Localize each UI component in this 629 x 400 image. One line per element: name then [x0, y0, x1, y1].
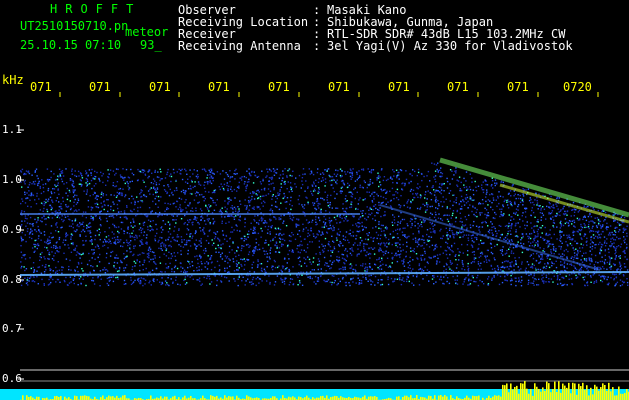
meteor-trail: [499, 183, 629, 224]
meta-colon: :: [313, 39, 321, 53]
freq-tick-label: 0.7: [2, 322, 22, 335]
meta-key-antenna: Receiving Antenna: [178, 39, 301, 53]
freq-tick-label: 1.1: [2, 123, 22, 136]
signal-noise-texture: [20, 162, 629, 287]
time-tick-label: 0720: [563, 80, 592, 94]
freq-tick-label: 0.6: [2, 372, 22, 385]
meta-value-antenna: 3el Yagi(V) Az 330 for Vladivostok: [327, 39, 573, 53]
freq-tick-label: 0.8: [2, 273, 22, 286]
spectrogram-window: HROFFT UT2510150710.pn meteor 25.10.15 0…: [0, 0, 629, 400]
mode-label: meteor: [125, 25, 169, 39]
time-tick-label: 071: [447, 80, 469, 94]
app-title: HROFFT: [50, 2, 142, 16]
spectrogram-canvas: [0, 92, 629, 400]
freq-tick-label: 0.9: [2, 223, 22, 236]
time-tick-label: 071: [507, 80, 529, 94]
freq-tick-label: 1.0: [2, 173, 22, 186]
file-name: UT2510150710.pn: [20, 19, 129, 33]
time-tick-label: 071: [328, 80, 350, 94]
timestamp: 25.10.15 07:10: [20, 38, 122, 52]
time-tick-label: 071: [208, 80, 230, 94]
meteor-trail: [439, 157, 629, 218]
time-tick-label: 071: [268, 80, 290, 94]
time-tick-label: 071: [388, 80, 410, 94]
time-tick-label: 071: [149, 80, 171, 94]
level-readout: 93_: [140, 38, 162, 52]
time-tick-label: 071: [89, 80, 111, 94]
freq-unit-label: kHz: [2, 73, 24, 87]
time-tick-label: 071: [30, 80, 52, 94]
